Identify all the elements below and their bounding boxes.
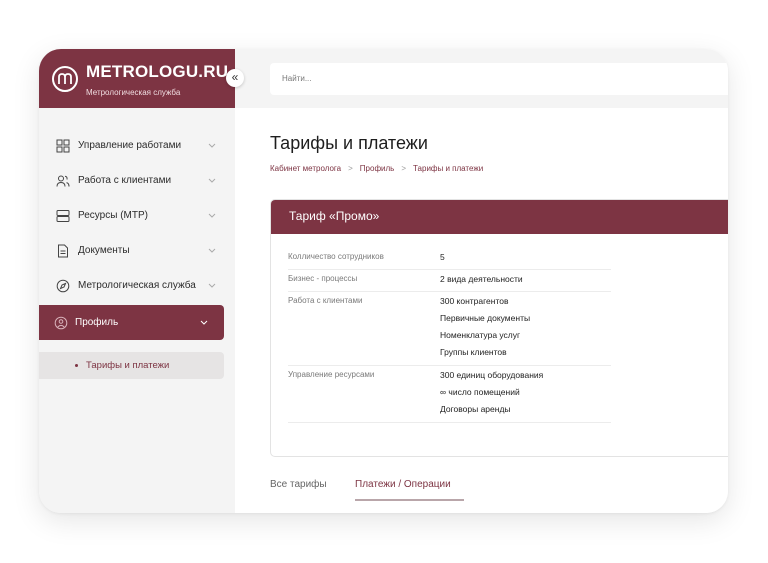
feature-label: Бизнес - процессы bbox=[288, 274, 358, 283]
tab-all-tariffs[interactable]: Все тарифы bbox=[270, 479, 327, 490]
tabs: Все тарифы Платежи / Операции bbox=[270, 479, 570, 503]
tab-payments[interactable]: Платежи / Операции bbox=[355, 479, 451, 490]
breadcrumb-separator: > bbox=[401, 164, 407, 173]
sidebar-item-clients[interactable]: Работа с клиентами bbox=[39, 166, 235, 196]
sidebar-item-label: Документы bbox=[78, 245, 130, 256]
submenu-item-tariffs[interactable]: Тарифы и платежи bbox=[39, 352, 224, 379]
feature-value: Номенклатура услуг bbox=[440, 330, 521, 340]
chevron-down-icon bbox=[208, 283, 216, 288]
feature-value: Первичные документы bbox=[440, 313, 531, 323]
user-circle-icon bbox=[54, 316, 68, 330]
sidebar-item-label: Профиль bbox=[75, 317, 119, 328]
sidebar-item-label: Ресурсы (МТР) bbox=[78, 210, 148, 221]
submenu-item-label: Тарифы и платежи bbox=[86, 360, 170, 371]
feature-value: 300 единиц оборудования bbox=[440, 370, 544, 380]
breadcrumb: Кабинет метролога > Профиль > Тарифы и плате… bbox=[270, 164, 483, 173]
logo-icon bbox=[52, 66, 78, 92]
tariff-feature-row: Управление ресурсами 300 единиц оборудов… bbox=[288, 370, 611, 423]
feature-value: 2 вида деятельности bbox=[440, 274, 523, 284]
brand-name: METROLOGU.RU bbox=[86, 62, 229, 81]
top-bar: Найти... bbox=[235, 49, 728, 108]
bullet-icon bbox=[75, 364, 78, 367]
search-placeholder: Найти... bbox=[282, 74, 312, 83]
sidebar-item-profile[interactable]: Профиль bbox=[39, 305, 224, 340]
app-window: METROLOGU.RU Метрологическая служба « Уп… bbox=[39, 49, 728, 513]
search-input[interactable]: Найти... bbox=[270, 63, 728, 95]
brand-subtitle: Метрологическая служба bbox=[86, 88, 181, 97]
sidebar-item-label: Управление работами bbox=[78, 140, 182, 151]
tariff-feature-row: Колличество сотрудников 5 bbox=[288, 252, 611, 270]
feature-value: Договоры аренды bbox=[440, 404, 511, 414]
feature-label: Колличество сотрудников bbox=[288, 252, 384, 261]
grid-icon bbox=[56, 139, 70, 153]
feature-value: 300 контрагентов bbox=[440, 296, 509, 306]
chevron-down-icon bbox=[208, 178, 216, 183]
main-content: Найти... Тарифы и платежи Кабинет метрол… bbox=[235, 49, 728, 513]
sidebar-item-label: Работа с клиентами bbox=[78, 175, 172, 186]
tariff-title: Тариф «Промо» bbox=[289, 209, 380, 223]
tariff-header: Тариф «Промо» bbox=[271, 200, 728, 234]
feature-label: Работа с клиентами bbox=[288, 296, 363, 305]
breadcrumb-separator: > bbox=[348, 164, 353, 173]
brand-header[interactable]: METROLOGU.RU Метрологическая служба bbox=[39, 49, 235, 108]
compass-icon bbox=[56, 279, 70, 293]
users-icon bbox=[56, 175, 70, 187]
document-icon bbox=[58, 244, 68, 258]
sidebar: METROLOGU.RU Метрологическая служба « Уп… bbox=[39, 49, 244, 513]
sidebar-item-resources[interactable]: Ресурсы (МТР) bbox=[39, 201, 235, 231]
sidebar-item-metrology[interactable]: Метрологическая служба bbox=[39, 271, 235, 301]
sidebar-item-work-management[interactable]: Управление работами bbox=[39, 131, 235, 161]
chevron-down-icon bbox=[200, 320, 208, 325]
breadcrumb-item-profile[interactable]: Профиль bbox=[360, 164, 395, 173]
tariff-card: Тариф «Промо» Колличество сотрудников 5 … bbox=[270, 199, 728, 457]
sidebar-item-label: Метрологическая служба bbox=[78, 280, 196, 291]
chevron-down-icon bbox=[208, 213, 216, 218]
feature-value: Группы клиентов bbox=[440, 347, 507, 357]
sidebar-item-documents[interactable]: Документы bbox=[39, 236, 235, 266]
breadcrumb-item-cabinet[interactable]: Кабинет метролога bbox=[270, 164, 341, 173]
feature-value: 5 bbox=[440, 252, 445, 262]
feature-value: ∞ число помещений bbox=[440, 387, 520, 397]
chevron-down-icon bbox=[208, 143, 216, 148]
database-icon bbox=[56, 210, 70, 222]
collapse-sidebar-button[interactable]: « bbox=[226, 69, 244, 87]
tariff-feature-row: Работа с клиентами 300 контрагентов Перв… bbox=[288, 296, 611, 366]
page-title: Тарифы и платежи bbox=[270, 133, 428, 153]
chevron-down-icon bbox=[208, 248, 216, 253]
feature-label: Управление ресурсами bbox=[288, 370, 375, 379]
tariff-feature-row: Бизнес - процессы 2 вида деятельности bbox=[288, 274, 611, 292]
breadcrumb-item-tariffs[interactable]: Тарифы и платежи bbox=[413, 164, 483, 173]
active-tab-indicator bbox=[355, 499, 464, 501]
